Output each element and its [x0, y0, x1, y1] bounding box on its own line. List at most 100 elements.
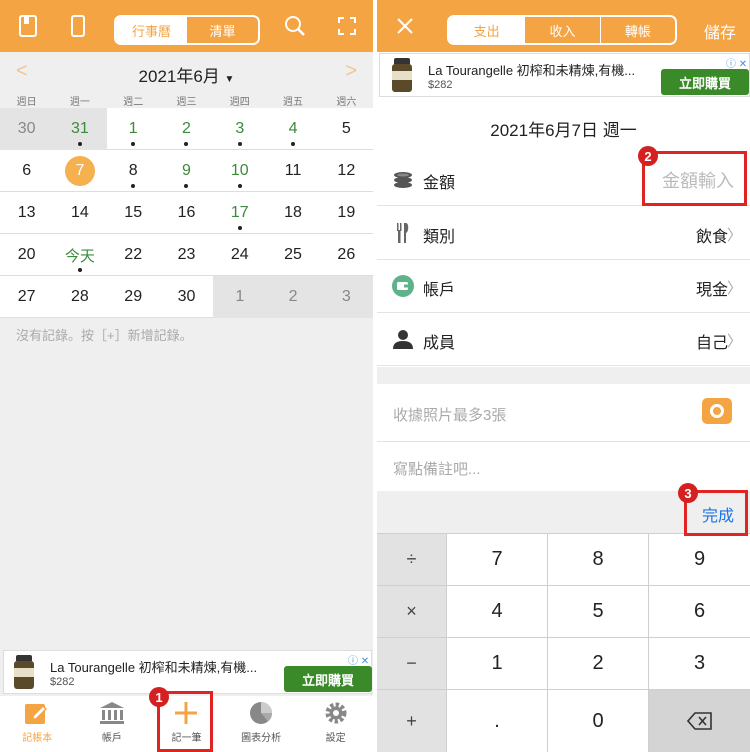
calendar-day[interactable]: 25: [266, 234, 319, 276]
calendar-day[interactable]: 20: [0, 234, 53, 276]
operator-key[interactable]: −: [377, 638, 446, 689]
calendar-day[interactable]: 8: [107, 150, 160, 192]
nav-charts[interactable]: 圖表分析: [224, 696, 299, 752]
nav-accounts[interactable]: 帳戶: [75, 696, 150, 752]
digit-key[interactable]: 1: [447, 638, 547, 689]
operator-key[interactable]: ÷: [377, 534, 446, 585]
category-row[interactable]: 類別 飲食 〉: [377, 207, 750, 260]
chevron-right-icon: 〉: [726, 333, 742, 350]
account-row[interactable]: 帳戶 現金 〉: [377, 260, 750, 313]
calendar-day[interactable]: 4: [266, 108, 319, 150]
calendar-day[interactable]: 7: [53, 150, 106, 192]
month-selector[interactable]: 2021年6月 ▼: [0, 62, 373, 87]
buy-now-button[interactable]: 立即購買: [284, 666, 372, 692]
calendar-day[interactable]: 15: [107, 192, 160, 234]
calendar-day[interactable]: 11: [266, 150, 319, 192]
calendar-day[interactable]: 6: [0, 150, 53, 192]
close-icon[interactable]: [391, 12, 419, 40]
ad-banner[interactable]: La Tourangelle 初榨和未精煉,有機... $282 立即購買 ⓘ …: [379, 53, 750, 97]
record-date[interactable]: 2021年6月7日 週一: [377, 116, 750, 141]
day-number: 10: [230, 162, 249, 179]
backspace-key[interactable]: [649, 690, 750, 752]
digit-key[interactable]: 4: [447, 586, 547, 637]
book-icon[interactable]: [14, 12, 42, 40]
calendar-day[interactable]: 16: [160, 192, 213, 234]
tab-expense[interactable]: 支出: [449, 17, 525, 43]
calendar-day[interactable]: 今天: [53, 234, 106, 276]
digit-key[interactable]: 9: [649, 534, 750, 585]
has-record-dot: [77, 268, 82, 272]
calendar-day[interactable]: 2: [266, 276, 320, 318]
phone-icon[interactable]: [64, 12, 92, 40]
tab-income[interactable]: 收入: [524, 17, 599, 43]
day-number: 30: [17, 120, 36, 137]
calendar-day[interactable]: 19: [320, 192, 373, 234]
next-month-icon[interactable]: >: [345, 60, 357, 83]
save-button[interactable]: 儲存: [704, 19, 736, 43]
ad-info-close-icon[interactable]: ⓘ ✕: [726, 55, 747, 70]
calendar-day[interactable]: 13: [0, 192, 53, 234]
day-number: 8: [128, 162, 138, 179]
digit-key[interactable]: 5: [548, 586, 648, 637]
camera-icon[interactable]: [702, 398, 732, 424]
digit-key[interactable]: 2: [548, 638, 648, 689]
calendar-day[interactable]: 3: [213, 108, 266, 150]
edit-icon: [23, 700, 51, 726]
operator-key[interactable]: ×: [377, 586, 446, 637]
digit-key[interactable]: 0: [548, 690, 648, 752]
ad-info-close-icon[interactable]: ⓘ ✕: [348, 652, 369, 667]
photo-placeholder: 收據照片最多3張: [393, 407, 507, 424]
calendar-day[interactable]: 27: [0, 276, 53, 318]
day-number: 24: [230, 246, 249, 263]
nav-label: 帳戶: [101, 733, 122, 744]
calendar-day[interactable]: 2: [160, 108, 213, 150]
receipt-photo-row[interactable]: 收據照片最多3張: [377, 384, 750, 442]
calendar-day[interactable]: 31: [53, 108, 107, 150]
calendar-day[interactable]: 10: [213, 150, 266, 192]
day-number: 22: [124, 246, 143, 263]
calendar-day[interactable]: 30: [0, 108, 54, 150]
calendar-day[interactable]: 26: [320, 234, 373, 276]
calendar-day[interactable]: 14: [53, 192, 106, 234]
digit-key[interactable]: 8: [548, 534, 648, 585]
digit-key[interactable]: 6: [649, 586, 750, 637]
operator-key[interactable]: +: [377, 690, 446, 752]
calendar-day[interactable]: 30: [160, 276, 213, 318]
calendar-day[interactable]: 3: [319, 276, 373, 318]
calendar-grid: 30 31 1 2 3 4 5 6 7 8 9 10 11 12 13 14 15 16 17 18 19 20 今天 22 2…: [0, 108, 373, 318]
has-record-dot: [77, 142, 82, 146]
calendar-day[interactable]: 12: [320, 150, 373, 192]
member-row[interactable]: 成員 自己 〉: [377, 313, 750, 366]
nav-ledger[interactable]: 記帳本: [0, 696, 75, 752]
calendar-day[interactable]: 5: [320, 108, 373, 150]
calendar-day[interactable]: 1: [107, 108, 160, 150]
nav-settings[interactable]: 設定: [298, 696, 373, 752]
weekday-label: 週五: [283, 97, 304, 108]
calendar-day[interactable]: 22: [107, 234, 160, 276]
calendar-day[interactable]: 1: [213, 276, 267, 318]
backspace-icon: [686, 712, 712, 730]
digit-key[interactable]: .: [447, 690, 547, 752]
bank-icon: [98, 700, 126, 726]
search-icon[interactable]: [281, 12, 309, 40]
day-number: 29: [124, 288, 143, 305]
calendar-day[interactable]: 17: [213, 192, 266, 234]
digit-key[interactable]: 3: [649, 638, 750, 689]
has-record-dot: [237, 184, 242, 188]
calendar-day[interactable]: 23: [160, 234, 213, 276]
calendar-day[interactable]: 24: [213, 234, 266, 276]
tab-transfer[interactable]: 轉帳: [599, 17, 675, 43]
digit-key[interactable]: 7: [447, 534, 547, 585]
calendar-day[interactable]: 9: [160, 150, 213, 192]
tab-list[interactable]: 清單: [187, 17, 258, 43]
calendar-day[interactable]: 29: [107, 276, 160, 318]
ad-banner[interactable]: La Tourangelle 初榨和未精煉,有機... $282 立即購買 ⓘ …: [3, 650, 372, 694]
tab-calendar[interactable]: 行事曆: [116, 17, 187, 43]
calendar-day[interactable]: 18: [266, 192, 319, 234]
buy-now-button[interactable]: 立即購買: [661, 69, 749, 95]
category-label: 類別: [423, 229, 456, 246]
calendar-day[interactable]: 28: [53, 276, 106, 318]
day-number: 2: [182, 120, 191, 137]
fullscreen-icon[interactable]: [333, 12, 361, 40]
note-input[interactable]: 寫點備註吧...: [393, 458, 481, 479]
